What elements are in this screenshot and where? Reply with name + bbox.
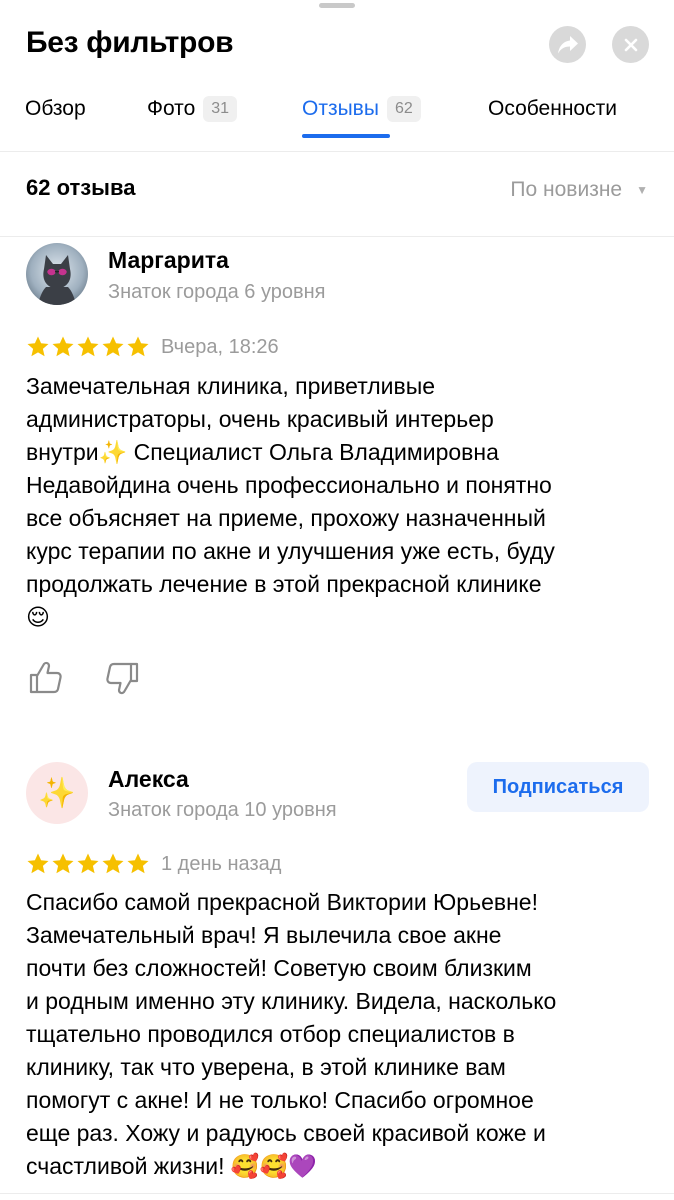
author-level: Знаток города 6 уровня [108, 281, 326, 303]
tab-label: Обзор [25, 97, 86, 120]
tab-count-badge: 31 [203, 96, 238, 122]
tab-photo[interactable]: Фото 31 [147, 94, 238, 124]
tab-reviews[interactable]: Отзывы 62 [302, 94, 421, 124]
sparkles-avatar-glyph: ✨ [38, 776, 76, 810]
star-icon [52, 336, 74, 357]
author-level: Знаток города 10 уровня [108, 799, 337, 821]
dislike-button[interactable] [102, 658, 142, 698]
star-icon [127, 336, 149, 357]
share-icon [557, 35, 578, 53]
sort-label: По новизне [510, 178, 623, 201]
tab-bar: Обзор Фото 31 Отзывы 62 Особенности [0, 86, 674, 152]
star-icon [127, 853, 149, 874]
rating-stars [26, 852, 150, 876]
star-icon [102, 853, 124, 874]
review-count: 62 отзыва [26, 175, 136, 200]
close-button[interactable] [612, 26, 649, 63]
tab-overview[interactable]: Обзор [25, 94, 86, 124]
rating-stars [26, 335, 150, 359]
star-icon [27, 336, 49, 357]
bottom-divider [0, 1193, 674, 1194]
page-title: Без фильтров [26, 26, 234, 59]
tab-label: Особенности [488, 97, 617, 120]
star-icon [77, 336, 99, 357]
tab-count-badge: 62 [386, 96, 421, 122]
star-icon [102, 336, 124, 357]
star-icon [77, 853, 99, 874]
review-text: Спасибо самой прекрасной Виктории Юрьевн… [26, 889, 557, 1179]
cat-avatar-image [26, 243, 88, 305]
review-date: 1 день назад [161, 853, 282, 875]
tab-label: Отзывы [302, 97, 379, 120]
star-icon [52, 853, 74, 874]
header: Без фильтров [0, 0, 674, 80]
tab-features[interactable]: Особенности [488, 94, 617, 124]
review-text: Замечательная клиника, приветливые админ… [26, 373, 555, 630]
review-date: Вчера, 18:26 [161, 336, 279, 358]
like-button[interactable] [26, 658, 66, 698]
author-name[interactable]: Маргарита [108, 247, 229, 274]
author-name[interactable]: Алекса [108, 766, 189, 793]
share-button[interactable] [549, 26, 586, 63]
close-icon [624, 38, 637, 51]
avatar[interactable] [26, 243, 88, 305]
reviews-summary: 62 отзыва По новизне ▼ [0, 153, 674, 237]
avatar[interactable]: ✨ [26, 762, 88, 824]
thumbs-up-icon [29, 661, 62, 694]
tab-label: Фото [147, 97, 196, 120]
subscribe-button[interactable]: Подписаться [467, 762, 649, 812]
caret-down-icon: ▼ [636, 183, 648, 197]
sort-dropdown[interactable]: По новизне ▼ [510, 178, 648, 202]
thumbs-down-icon [106, 662, 139, 695]
active-tab-indicator [302, 134, 390, 138]
star-icon [27, 853, 49, 874]
